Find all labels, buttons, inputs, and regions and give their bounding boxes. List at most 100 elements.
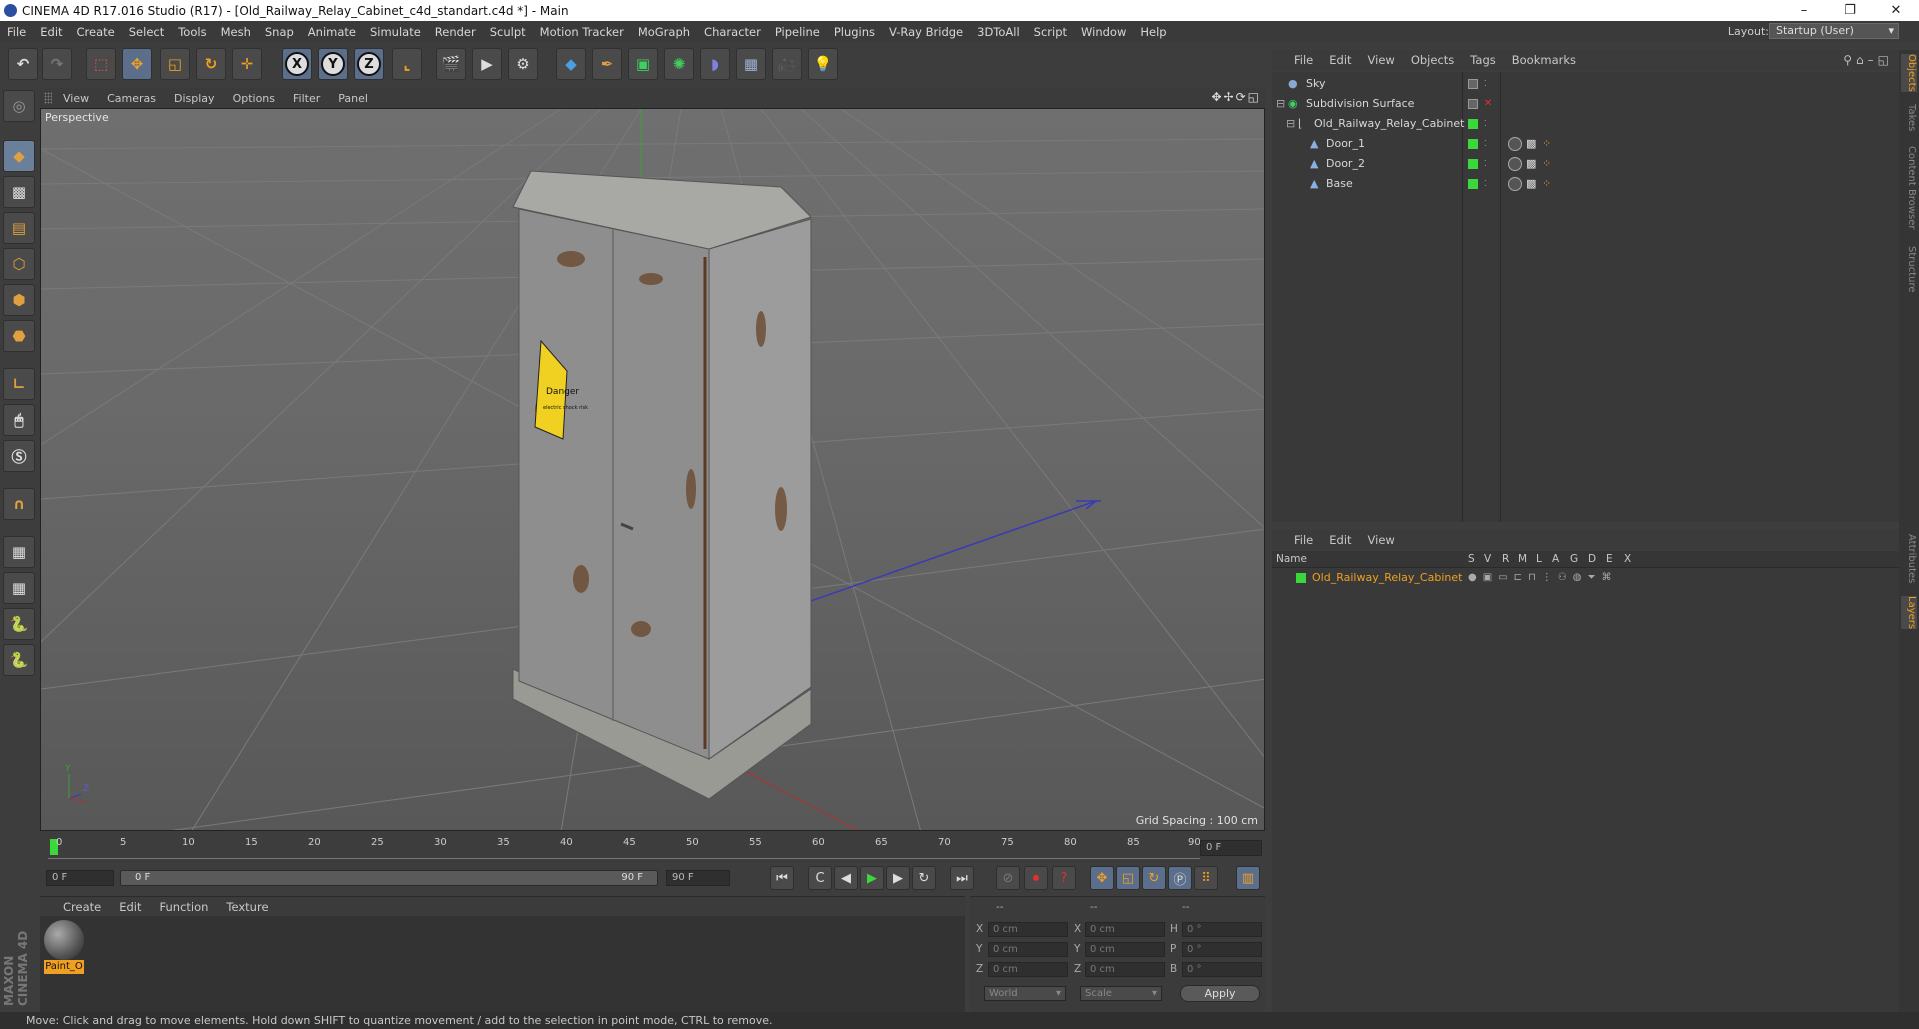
recent-tool-button[interactable]: ✛ [232,48,262,80]
object-row-door-2[interactable]: ▲ Door_2 ⁚ ▩ ⁘ [1272,154,1899,173]
lm-menu-view[interactable]: View [1360,533,1403,547]
camera-button[interactable]: 🎥 [772,48,802,80]
selection-tag-icon[interactable]: ⁘ [1542,177,1551,190]
render-dots-icon[interactable]: ⁚ [1484,79,1487,88]
layer-color-swatch[interactable] [1296,572,1306,583]
material-manager-area[interactable]: Paint_O [40,916,965,1012]
timeline-track[interactable]: 0 5 10 15 20 25 30 35 40 45 50 55 60 65 … [48,837,1201,859]
layer-color-icon[interactable] [1468,158,1478,169]
coordinate-system-button[interactable]: ⌞ [392,48,422,80]
size-z-field[interactable]: 0 cm [1085,962,1165,977]
menu-select[interactable]: Select [122,25,171,39]
menu-vray-bridge[interactable]: V-Ray Bridge [882,25,970,39]
material-tag-icon[interactable] [1508,136,1522,151]
menu-render[interactable]: Render [428,25,483,39]
material-menu-edit[interactable]: Edit [110,900,150,914]
menu-snap[interactable]: Snap [258,25,301,39]
collapse-icon[interactable]: ⊟ [1276,97,1285,110]
layer-col-e[interactable]: E [1606,553,1613,565]
key-pla-button[interactable]: ⠿ [1194,866,1218,890]
locked-workplane-button[interactable]: ▦ [3,536,35,568]
menu-motion-tracker[interactable]: Motion Tracker [533,25,631,39]
layer-col-l[interactable]: L [1536,553,1542,565]
viewport-nav-icons[interactable]: ✥✢⟳◱ [1211,90,1261,104]
om-search-home-icons[interactable]: ⚲⌂–◱ [1843,53,1893,67]
render-view-button[interactable]: 🎬 [436,48,466,80]
material-tag-icon[interactable] [1508,156,1522,171]
edit-render-settings-button[interactable]: ⚙ [508,48,538,80]
menu-simulate[interactable]: Simulate [363,25,428,39]
layer-row[interactable]: Old_Railway_Relay_Cabinet ●▣▭⊏⊓⋮⚇◍⏷⌘ [1272,568,1899,587]
key-parameter-button[interactable]: Ⓟ [1168,866,1192,890]
material-menu-texture[interactable]: Texture [217,900,277,914]
menu-help[interactable]: Help [1133,25,1173,39]
previous-key-button[interactable]: C [808,866,832,890]
layer-manager-list[interactable]: Old_Railway_Relay_Cabinet ●▣▭⊏⊓⋮⚇◍⏷⌘ [1272,568,1899,1012]
rotation-p-field[interactable]: 0 ° [1182,942,1262,957]
layer-color-icon[interactable] [1468,178,1478,189]
menu-mograph[interactable]: MoGraph [631,25,697,39]
tab-objects[interactable]: Objects [1901,54,1917,92]
render-dots-icon[interactable]: ⁚ [1484,119,1487,128]
object-manager-tree[interactable]: ● Sky ⁚ ⊟ ◉ Subdivision Surface ✕ ⊟ ⌊ Ol… [1272,72,1899,522]
cube-object-button[interactable]: ◆ [556,48,586,80]
subdivision-generator-button[interactable]: ▣ [628,48,658,80]
y-axis-lock-button[interactable]: Y [318,48,348,80]
maximize-button[interactable]: ❐ [1827,0,1873,21]
material-swatch[interactable]: Paint_O [44,920,84,974]
object-row-sky[interactable]: ● Sky ⁚ [1272,74,1899,93]
lm-menu-file[interactable]: File [1286,533,1321,547]
rotate-tool-button[interactable]: ↻ [196,48,226,80]
material-menu-function[interactable]: Function [151,900,218,914]
menu-create[interactable]: Create [70,25,122,39]
menu-edit[interactable]: Edit [33,25,69,39]
rotation-b-field[interactable]: 0 ° [1182,962,1262,977]
layer-col-s[interactable]: S [1468,553,1475,565]
layer-col-m[interactable]: M [1518,553,1527,565]
viewport-menu-panel[interactable]: Panel [329,92,377,105]
render-dots-icon[interactable]: ⁚ [1484,159,1487,168]
render-dots-icon[interactable]: ⁚ [1484,139,1487,148]
visibility-toggle-icon[interactable] [1468,98,1478,109]
panel-grip-icon[interactable] [44,92,52,104]
world-dropdown[interactable]: World ▾ [984,986,1066,1001]
size-y-field[interactable]: 0 cm [1085,942,1165,957]
x-axis-lock-button[interactable]: X [282,48,312,80]
layer-col-x[interactable]: X [1624,553,1631,565]
play-button[interactable]: ▶ [860,866,884,890]
tab-structure[interactable]: Structure [1901,246,1917,293]
workplane-mode-button[interactable]: ▤ [3,212,35,244]
enable-axis-button[interactable]: ∟ [3,368,35,400]
object-row-subdivision-surface[interactable]: ⊟ ◉ Subdivision Surface ✕ [1272,94,1899,113]
perspective-viewport[interactable]: Danger electric shock risk Y Z Perspecti… [40,108,1265,831]
go-to-end-button[interactable]: ⏭ [950,866,974,890]
om-menu-view[interactable]: View [1360,53,1403,67]
position-z-field[interactable]: 0 cm [988,962,1068,977]
texture-tag-icon[interactable]: ▩ [1526,157,1536,170]
om-menu-tags[interactable]: Tags [1462,53,1503,67]
layer-col-v[interactable]: V [1484,553,1491,565]
array-cloner-button[interactable]: ✺ [664,48,694,80]
disabled-x-icon[interactable]: ✕ [1484,98,1492,109]
om-menu-file[interactable]: File [1286,53,1321,67]
keyframe-selection-button[interactable]: ? [1052,866,1076,890]
points-mode-button[interactable]: ⬡ [3,248,35,280]
position-x-field[interactable]: 0 cm [988,922,1068,937]
scale-tool-button[interactable]: ◱ [160,48,190,80]
object-row-door-1[interactable]: ▲ Door_1 ⁚ ▩ ⁘ [1272,134,1899,153]
viewport-menu-display[interactable]: Display [165,92,224,105]
python-script-1-button[interactable]: 🐍 [3,608,35,640]
deformer-button[interactable]: ◗ [700,48,730,80]
polygons-mode-button[interactable]: ⬣ [3,320,35,352]
layout-select[interactable]: Startup (User) ▾ [1769,23,1899,39]
selection-tag-icon[interactable]: ⁘ [1542,137,1551,150]
layer-color-icon[interactable] [1468,118,1478,129]
end-frame-field[interactable]: 90 F [666,870,730,886]
next-frame-button[interactable]: ▶ [886,866,910,890]
auto-keying-button[interactable]: ⏺ [1024,866,1048,890]
redo-button[interactable]: ↷ [42,48,72,80]
layer-col-d[interactable]: D [1588,553,1596,565]
live-selection-button[interactable]: ⬚ [86,48,116,80]
z-axis-lock-button[interactable]: Z [354,48,384,80]
material-menu-create[interactable]: Create [54,900,110,914]
